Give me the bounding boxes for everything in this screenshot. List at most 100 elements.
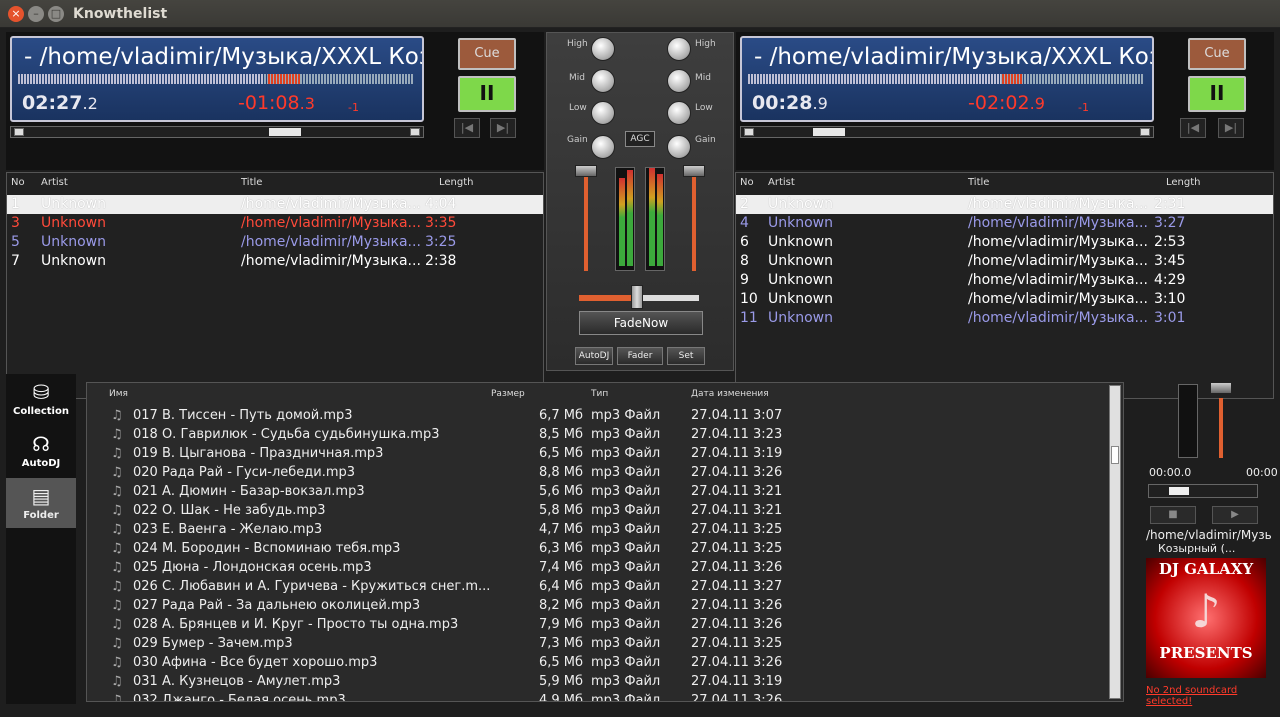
playlist-row[interactable]: 5 Unknown/home/vladimir/Музыка... 3:25 [7, 233, 543, 252]
column-artist[interactable]: Artist [41, 177, 68, 188]
preview-seek-slider[interactable] [1148, 484, 1258, 498]
deck-right-play-pause-button[interactable]: II [1188, 76, 1246, 112]
file-row[interactable]: ♫ 024 М. Бородин - Вспоминаю тебя.mp3 6,3 … [87, 540, 1107, 559]
playlist-row[interactable]: 1 Unknown/home/vladimir/Музыка... 4:04 [7, 195, 543, 214]
fade-now-button[interactable]: FadeNow [579, 311, 703, 335]
preview-play-button[interactable]: ▶ [1212, 506, 1258, 524]
gain-knob-right[interactable] [667, 135, 691, 159]
eq-low-knob-left[interactable] [591, 101, 615, 125]
deck-right-seek-slider[interactable] [740, 126, 1154, 138]
deck-left: - /home/vladimir/Музыка/XXXL Козыр 02:27… [6, 32, 544, 170]
playlist-cell-title: /home/vladimir/Музыка... [968, 234, 1148, 250]
file-row[interactable]: ♫ 022 О. Шак - Не забудь.mp3 5,8 Мб mp3 Фай… [87, 502, 1107, 521]
column-no[interactable]: No [11, 177, 25, 188]
volume-fader-right[interactable] [683, 165, 705, 271]
file-row[interactable]: ♫ 030 Афина - Все будет хорошо.mp3 6,5 Мб m… [87, 654, 1107, 673]
deck-right-next-button[interactable]: ▶| [1218, 118, 1244, 138]
file-row[interactable]: ♫ 026 С. Любавин и А. Гуричева - Кружитьс… [87, 578, 1107, 597]
autodj-button[interactable]: AutoDJ [575, 347, 613, 365]
playlist-right[interactable]: No Artist Title Length 2 Unknown/home/vla… [735, 172, 1274, 399]
deck-left-next-button[interactable]: ▶| [490, 118, 516, 138]
set-button[interactable]: Set [667, 347, 705, 365]
deck-right-seek-handle[interactable] [813, 128, 846, 136]
file-row[interactable]: ♫ 018 О. Гаврилюк - Судьба судьбинушка.mp… [87, 426, 1107, 445]
deck-right-cue-button[interactable]: Cue [1188, 38, 1246, 70]
close-window-button[interactable]: × [8, 6, 24, 22]
crossfader[interactable] [579, 285, 699, 309]
deck-right-prev-button[interactable]: |◀ [1180, 118, 1206, 138]
eq-mid-knob-right[interactable] [667, 69, 691, 93]
column-title[interactable]: Title [968, 177, 989, 188]
playlist-cell-length: 2:31 [1154, 196, 1186, 212]
playlist-row[interactable]: 10 Unknown/home/vladimir/Музыка... 3:10 [736, 290, 1273, 309]
column-no[interactable]: No [740, 177, 754, 188]
gain-knob-left[interactable] [591, 135, 615, 159]
playlist-row[interactable]: 8 Unknown/home/vladimir/Музыка... 3:45 [736, 252, 1273, 271]
playlist-cell-no: 5 [11, 234, 20, 250]
file-cell-size: 6,5 Мб [539, 655, 584, 670]
deck-left-prev-button[interactable]: |◀ [454, 118, 480, 138]
file-row[interactable]: ♫ 023 Е. Ваенга - Желаю.mp3 4,7 Мб mp3 Файл… [87, 521, 1107, 540]
maximize-window-button[interactable]: □ [48, 6, 64, 22]
column-length[interactable]: Length [439, 177, 474, 188]
file-row[interactable]: ♫ 027 Рада Рай - За дальнею околицей.mp3 8… [87, 597, 1107, 616]
music-file-icon: ♫ [111, 465, 123, 480]
file-row[interactable]: ♫ 031 А. Кузнецов - Амулет.mp3 5,9 Мб mp3 Ф… [87, 673, 1107, 692]
eq-mid-label: Mid [569, 73, 585, 83]
playlist-row[interactable]: 6 Unknown/home/vladimir/Музыка... 2:53 [736, 233, 1273, 252]
sidebar-item-folder[interactable]: ▤ Folder [6, 478, 76, 528]
playlist-cell-title: /home/vladimir/Музыка... [241, 196, 421, 212]
playlist-row[interactable]: 11 Unknown/home/vladimir/Музыка... 3:01 [736, 309, 1273, 328]
deck-right-waveform[interactable] [748, 74, 1144, 84]
headphones-icon: ☊ [32, 432, 50, 456]
file-row[interactable]: ♫ 021 А. Дюмин - Базар-вокзал.mp3 5,6 Мб mp… [87, 483, 1107, 502]
playlist-row[interactable]: 2 Unknown/home/vladimir/Музыка... 2:31 [736, 195, 1273, 214]
file-row[interactable]: ♫ 020 Рада Рай - Гуси-лебеди.mp3 8,8 Мб mp3… [87, 464, 1107, 483]
file-row[interactable]: ♫ 017 В. Тиссен - Путь домой.mp3 6,7 Мб mp3… [87, 407, 1107, 426]
file-row[interactable]: ♫ 025 Дюна - Лондонская осень.mp3 7,4 Мб mp… [87, 559, 1107, 578]
file-row[interactable]: ♫ 029 Бумер - Зачем.mp3 7,3 Мб mp3 Файл 27.0… [87, 635, 1107, 654]
file-cell-date: 27.04.11 3:26 [691, 693, 783, 701]
deck-left-cue-button[interactable]: Cue [458, 38, 516, 70]
volume-fader-left[interactable] [575, 165, 597, 271]
file-cell-date: 27.04.11 3:25 [691, 522, 783, 537]
eq-high-knob-right[interactable] [667, 37, 691, 61]
preview-volume-fader[interactable] [1210, 382, 1232, 458]
column-artist[interactable]: Artist [768, 177, 795, 188]
file-cell-name: 020 Рада Рай - Гуси-лебеди.mp3 [133, 465, 356, 480]
deck-left-play-pause-button[interactable]: II [458, 76, 516, 112]
file-row[interactable]: ♫ 032 Джанго - Белая осень.mp3 4,9 Мб mp3 Ф… [87, 692, 1107, 701]
music-file-icon: ♫ [111, 617, 123, 632]
soundcard-warning-link[interactable]: No 2nd soundcard selected! [1146, 685, 1268, 707]
file-cell-size: 6,3 Мб [539, 541, 584, 556]
fader-button[interactable]: Fader [617, 347, 663, 365]
file-row[interactable]: ♫ 028 А. Брянцев и И. Круг - Просто ты од… [87, 616, 1107, 635]
column-length[interactable]: Length [1166, 177, 1201, 188]
file-cell-name: 026 С. Любавин и А. Гуричева - Кружиться… [133, 579, 491, 594]
sidebar-item-collection[interactable]: ⛁ Collection [6, 374, 76, 424]
deck-right-track-title: - /home/vladimir/Музыка/XXXL Козыр [754, 44, 1154, 70]
eq-high-knob-left[interactable] [591, 37, 615, 61]
preview-player: 00:00.0 00:00 ■ ▶ /home/vladimir/Музь Ко… [1142, 380, 1278, 710]
crossfader-handle[interactable] [631, 285, 643, 309]
file-cell-type: mp3 Файл [591, 408, 661, 423]
playlist-row[interactable]: 9 Unknown/home/vladimir/Музыка... 4:29 [736, 271, 1273, 290]
playlist-cell-artist: Unknown [768, 291, 833, 307]
playlist-row[interactable]: 7 Unknown/home/vladimir/Музыка... 2:38 [7, 252, 543, 271]
sidebar-item-autodj[interactable]: ☊ AutoDJ [6, 426, 76, 476]
playlist-left[interactable]: No Artist Title Length 1 Unknown/home/vla… [6, 172, 544, 399]
agc-button[interactable]: AGC [625, 131, 655, 147]
column-title[interactable]: Title [241, 177, 262, 188]
eq-mid-knob-left[interactable] [591, 69, 615, 93]
file-browser-scrollbar[interactable] [1109, 385, 1121, 699]
playlist-row[interactable]: 3 Unknown/home/vladimir/Музыка... 3:35 [7, 214, 543, 233]
eq-low-knob-right[interactable] [667, 101, 691, 125]
deck-left-seek-slider[interactable] [10, 126, 424, 138]
playlist-row[interactable]: 4 Unknown/home/vladimir/Музыка... 3:27 [736, 214, 1273, 233]
deck-left-seek-handle[interactable] [269, 128, 302, 136]
file-browser[interactable]: Имя Размер Тип Дата изменения ♫ 017 В. Ти… [86, 382, 1124, 702]
minimize-window-button[interactable]: – [28, 6, 44, 22]
preview-stop-button[interactable]: ■ [1150, 506, 1196, 524]
deck-left-waveform[interactable] [18, 74, 414, 84]
file-row[interactable]: ♫ 019 В. Цыганова - Праздничная.mp3 6,5 Мб… [87, 445, 1107, 464]
